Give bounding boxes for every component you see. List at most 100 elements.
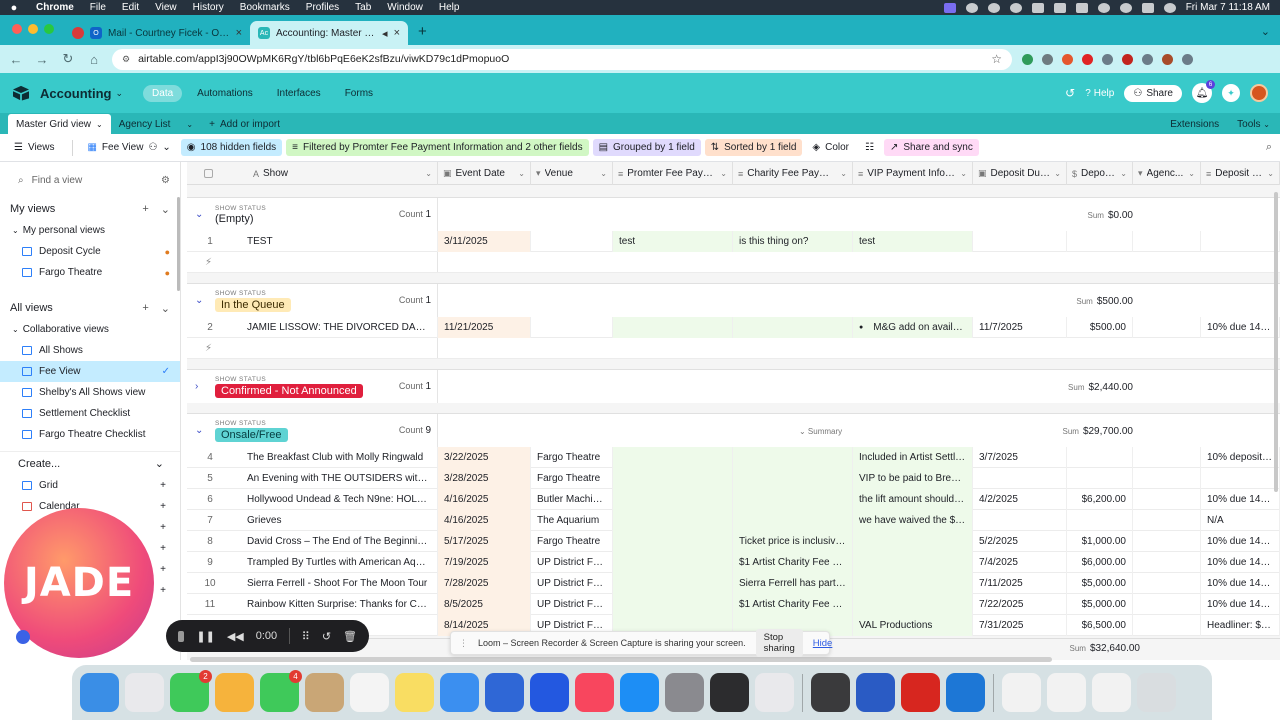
cell-deposit-due[interactable]: 4/2/2025 (973, 489, 1067, 510)
facetime-icon[interactable]: 4 (260, 670, 302, 712)
close-window-button[interactable] (12, 24, 22, 34)
pause-icon[interactable]: ❚❚ (196, 630, 214, 643)
group-button[interactable]: ▤ Grouped by 1 field (592, 139, 701, 156)
contacts-icon[interactable] (305, 673, 344, 712)
reminders-icon[interactable] (350, 673, 389, 712)
airtable-logo-icon[interactable] (12, 85, 30, 101)
cell-deposit-notes[interactable]: 10% deposit due 1 (1201, 447, 1280, 468)
cell-charity-fee[interactable]: $1 Artist Charity Fee on top (733, 594, 853, 615)
finder-icon[interactable] (80, 673, 119, 712)
column-header-promoter-fee[interactable]: ≡ Promter Fee Payme... ⌄ (613, 162, 733, 185)
sync-icon[interactable] (987, 2, 1000, 13)
stop-sharing-button[interactable]: Stop sharing (755, 629, 803, 657)
chevron-down-icon[interactable]: ⌄ (518, 169, 525, 178)
apple-icon[interactable]: ● (0, 2, 28, 14)
cell-deposit-notes[interactable]: Headliner: $6,500 (1201, 615, 1280, 636)
help-button[interactable]: ? Help (1085, 88, 1114, 99)
puzzle-icon[interactable] (1142, 53, 1153, 65)
share-sync-button[interactable]: ↗ Share and sync (883, 139, 979, 156)
filter-button[interactable]: ≡ Filtered by Promter Fee Payment Informa… (286, 139, 589, 156)
cell-deposit-amount[interactable]: $5,000.00 (1067, 573, 1133, 594)
sidebar-item-fee-view[interactable]: Fee View ✓ (0, 361, 180, 382)
cell-event-date[interactable]: 3/22/2025 (438, 447, 531, 468)
app-store-icon[interactable] (620, 673, 659, 712)
cell-deposit-notes[interactable] (1201, 231, 1280, 252)
notifications-button[interactable]: 🔔︎ 6 (1192, 80, 1215, 103)
personal-views-group[interactable]: ⌄ My personal views (0, 220, 180, 241)
cell-agency[interactable] (1133, 531, 1201, 552)
table-row[interactable]: 6 Hollywood Undead & Tech N9ne: HOLLYWO..… (187, 489, 1280, 510)
table-row[interactable]: 10 Sierra Ferrell - Shoot For The Moon To… (187, 573, 1280, 594)
cell-venue[interactable] (531, 317, 613, 338)
cell-deposit-due[interactable]: 3/7/2025 (973, 447, 1067, 468)
cell-charity-fee[interactable] (733, 447, 853, 468)
music-icon[interactable] (575, 673, 614, 712)
group-header[interactable]: ⌄ SHOW STATUS (Empty) Count 1 Sum $0.00 (187, 197, 1280, 231)
cell-deposit-notes[interactable]: 10% due 14 days o (1201, 594, 1280, 615)
cell-event-date[interactable]: 5/17/2025 (438, 531, 531, 552)
create-section[interactable]: Create... ⌄ (0, 451, 180, 475)
bluetooth-icon[interactable] (1031, 2, 1044, 13)
extension-icon[interactable] (1062, 53, 1073, 65)
cell-show[interactable]: 6 Hollywood Undead & Tech N9ne: HOLLYWO..… (187, 489, 438, 510)
chevron-down-icon[interactable]: ⌄ (1120, 169, 1127, 178)
cell-venue[interactable]: Butler Machiner... (531, 489, 613, 510)
cell-deposit-due[interactable] (973, 468, 1067, 489)
cell-deposit-amount[interactable]: $6,000.00 (1067, 552, 1133, 573)
chevron-down-icon[interactable]: ⌄ (1188, 169, 1195, 178)
chevron-down-icon[interactable]: ⌄ (720, 169, 727, 178)
chevron-down-icon[interactable]: ⌄ (840, 169, 847, 178)
extension-icon[interactable] (1082, 53, 1093, 65)
wifi-icon[interactable] (1097, 2, 1110, 13)
tab-search-chevron-icon[interactable]: ⌄ (1251, 25, 1280, 45)
menu-bookmarks[interactable]: Bookmarks (232, 2, 298, 13)
restart-icon[interactable]: ↺ (322, 630, 331, 643)
chevron-right-icon[interactable]: › (195, 381, 215, 392)
menu-window[interactable]: Window (379, 2, 431, 13)
clock[interactable]: Fri Mar 7 11:18 AM (1186, 2, 1270, 13)
cell-deposit-due[interactable]: 7/4/2025 (973, 552, 1067, 573)
column-header-agency[interactable]: ▾ Agenc... ⌄ (1133, 162, 1201, 185)
siri-icon[interactable] (1163, 2, 1176, 13)
chevron-down-icon[interactable]: ⌄ (116, 88, 124, 99)
find-view-field[interactable]: ⌕ Find a view ⚙ (0, 167, 180, 193)
all-views-section[interactable]: All views + ⌄ (0, 297, 180, 319)
url-text[interactable]: airtable.com/appI3j90OWpMK6RgY/tbl6bPqE6… (138, 53, 983, 65)
nav-automations[interactable]: Automations (188, 85, 262, 102)
column-header-deposit-amount[interactable]: $ Depos... ⌄ (1067, 162, 1133, 185)
table-row[interactable]: 1 TEST 3/11/2025 test is this thing on? test (187, 231, 1280, 252)
my-views-section[interactable]: My views + ⌄ (0, 198, 180, 220)
cell-show[interactable]: 8 David Cross – The End of The Beginning … (187, 531, 438, 552)
column-header-show[interactable]: A Show ⌄ (187, 162, 438, 185)
cell-deposit-due[interactable]: 7/11/2025 (973, 573, 1067, 594)
cell-event-date[interactable]: 7/28/2025 (438, 573, 531, 594)
launchpad-icon[interactable] (125, 673, 164, 712)
chevron-down-icon[interactable]: ⌄ (195, 209, 215, 220)
column-header-deposit-due[interactable]: ▣ Deposit Due ... ⌄ (973, 162, 1067, 185)
freeform-icon[interactable] (440, 673, 479, 712)
chevron-down-icon[interactable]: ⌄ (425, 169, 432, 178)
cell-deposit-amount[interactable] (1067, 468, 1133, 489)
cell-deposit-due[interactable]: 5/2/2025 (973, 531, 1067, 552)
grid-vertical-scrollbar[interactable] (1274, 192, 1278, 492)
extensions-button[interactable]: Extensions (1170, 119, 1219, 130)
1password-icon[interactable] (485, 673, 524, 712)
cell-vip-payment[interactable]: VIP to be paid to Brent Br... (853, 468, 973, 489)
cell-promoter-fee[interactable] (613, 594, 733, 615)
rewind-icon[interactable]: ◀◀ (227, 630, 244, 643)
document3-icon[interactable] (1092, 673, 1131, 712)
row-height-button[interactable]: ☷ (859, 139, 880, 156)
cell-event-date[interactable]: 3/11/2025 (438, 231, 531, 252)
chevron-down-icon[interactable]: ⌄ (161, 203, 170, 216)
chevron-down-icon[interactable]: ⌄ (1054, 169, 1061, 178)
cell-promoter-fee[interactable] (613, 468, 733, 489)
chevron-down-icon[interactable]: ⌄ (96, 120, 103, 129)
cell-promoter-fee[interactable] (613, 510, 733, 531)
user-avatar[interactable] (1250, 84, 1268, 102)
table-row[interactable]: 7 Grieves 4/16/2025 The Aquarium we have wai… (187, 510, 1280, 531)
cell-show[interactable]: 2 JAMIE LISSOW: THE DIVORCED DAD COME... (187, 317, 438, 338)
cell-agency[interactable] (1133, 231, 1201, 252)
menu-profiles[interactable]: Profiles (298, 2, 347, 13)
extension-icon[interactable] (1022, 53, 1033, 65)
battery-icon[interactable] (1075, 2, 1088, 13)
